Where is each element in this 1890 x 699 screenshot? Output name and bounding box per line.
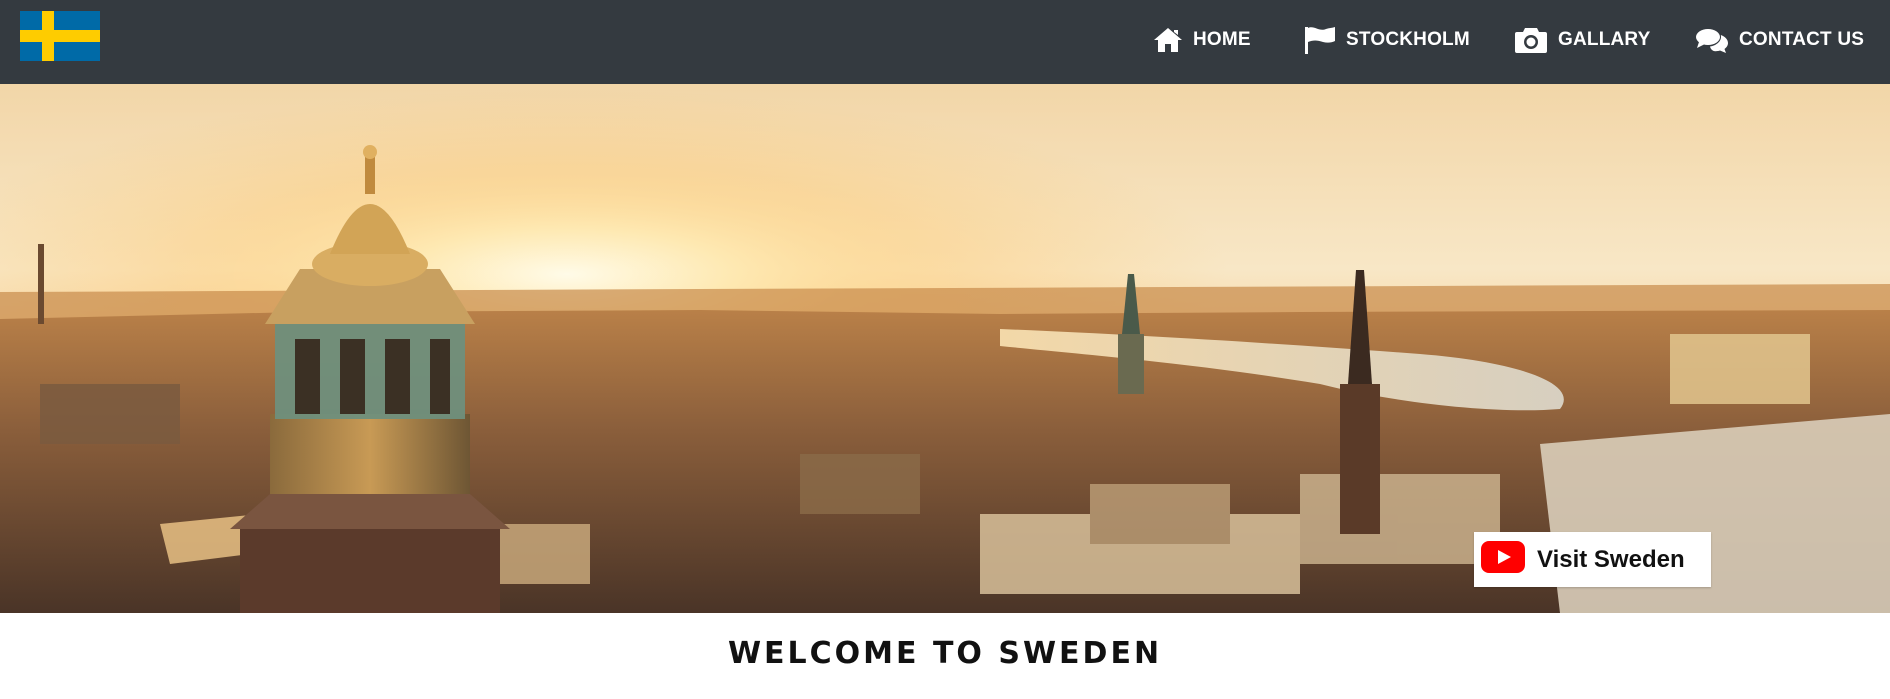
nav-home[interactable]: HOME [1153,20,1251,60]
nav-gallary[interactable]: GALLARY [1514,20,1651,60]
youtube-video-title: Visit Sweden [1537,545,1685,573]
chat-bubbles-icon [1695,27,1729,53]
page-title: WELCOME TO SWEDEN [727,636,1163,671]
hero-banner: Visit Sweden [0,84,1890,613]
nav-gallary-label: GALLARY [1558,29,1651,50]
nav-home-label: HOME [1193,29,1251,50]
sweden-flag-icon[interactable] [20,11,100,61]
camera-icon [1514,26,1548,54]
youtube-icon [1481,541,1525,578]
nav-contact-label: CONTACT US [1739,29,1865,50]
flag-icon [1304,26,1336,54]
navbar: HOME STOCKHOLM GALLARY CONTACT US [0,0,1890,84]
youtube-video-badge[interactable]: Visit Sweden [1474,532,1711,587]
home-icon [1153,27,1183,53]
nav-stockholm-label: STOCKHOLM [1346,29,1470,50]
nav-stockholm[interactable]: STOCKHOLM [1304,20,1470,60]
nav-contact[interactable]: CONTACT US [1695,20,1864,60]
